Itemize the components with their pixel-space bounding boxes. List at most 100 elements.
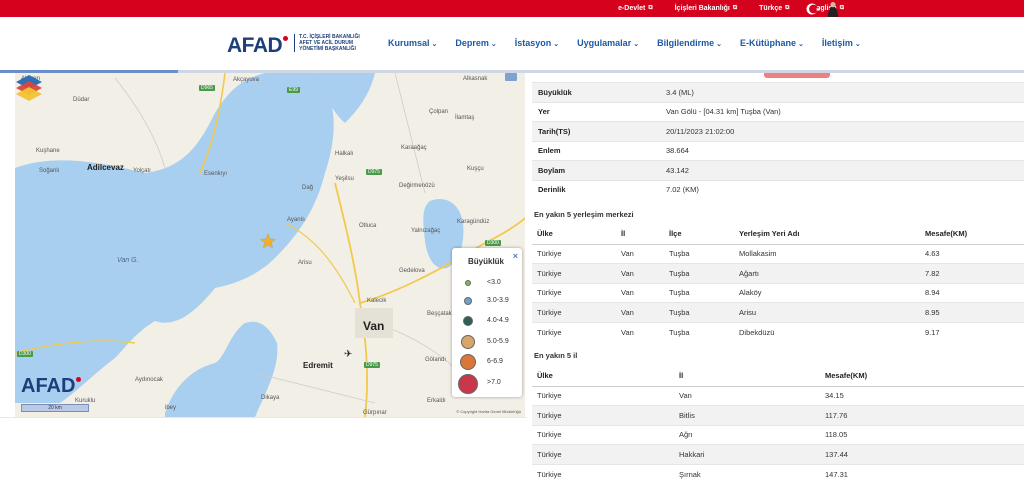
table-cell: 9.17 — [920, 321, 1024, 342]
detail-row-magnitude: Büyüklük 3.4 (ML) — [532, 82, 1024, 102]
table-cell: Türkiye — [532, 463, 674, 484]
table-header-row: Ülke İl Mesafe(KM) — [532, 366, 1024, 387]
map-label: Gedelova — [399, 268, 425, 274]
nav-istasyon[interactable]: İstasyon ⌄ — [515, 38, 559, 48]
legend-swatch — [461, 335, 475, 349]
nav-uygulamalar[interactable]: Uygulamalar ⌄ — [577, 38, 639, 48]
map-label: Akçayuva — [233, 77, 260, 83]
map-afad-logo: AFAD — [21, 375, 82, 398]
road-label: D965 — [199, 85, 215, 91]
detail-row-location: Yer Van Gölü - [04.31 km] Tuşba (Van) — [532, 101, 1024, 122]
icisleri-link[interactable]: İçişleri Bakanlığı ⧉ — [675, 5, 738, 12]
table-row: Türkiye Van Tuşba Mollakasim 4.63 — [532, 243, 1024, 264]
table-cell: Mollakasim — [734, 243, 920, 264]
table-cell: 147.31 — [820, 463, 1024, 484]
column-header: İl — [616, 224, 664, 245]
map-expand-button[interactable] — [505, 73, 517, 81]
map-label: Karagündüz — [457, 219, 490, 225]
nav-label: E-Kütüphane — [739, 38, 796, 48]
table-cell: 4.63 — [920, 243, 1024, 264]
settlements-title: En yakın 5 yerleşim merkezi — [534, 210, 634, 219]
legend-item: <3.0 — [452, 274, 522, 294]
map-label: Adilcevaz — [87, 163, 124, 172]
nav-iletisim[interactable]: İletişim ⌄ — [822, 38, 861, 48]
turkce-link[interactable]: Türkçe ⧉ — [759, 5, 789, 12]
table-cell: 34.15 — [820, 385, 1024, 406]
logo-dot-icon — [283, 36, 289, 41]
map-label: Karaağaç — [401, 145, 427, 151]
table-cell: Tuşba — [664, 302, 734, 322]
map-label: Kuşçu — [467, 166, 484, 172]
map-label: ibey — [165, 405, 177, 411]
nav-kurumsal[interactable]: Kurumsal ⌄ — [388, 38, 437, 48]
table-header-row: Ülke İl İlçe Yerleşim Yeri Adı Mesafe(KM… — [532, 224, 1024, 245]
map-label: İlamtaş — [455, 115, 475, 121]
detail-value: Van Gölü - [04.31 km] Tuşba (Van) — [666, 107, 781, 117]
map-label: Arisu — [298, 260, 312, 266]
table-cell: Tuşba — [664, 321, 734, 342]
map-label: Alkasnak — [463, 76, 488, 82]
layers-icon[interactable] — [15, 73, 43, 103]
provinces-table: Ülke İl Mesafe(KM) Türkiye Van 34.15 Türki… — [532, 366, 1024, 484]
panel-top-strip — [764, 73, 830, 78]
column-header: İlçe — [664, 224, 734, 245]
table-cell: Van — [616, 263, 664, 283]
legend-label: 3.0-3.9 — [487, 297, 509, 304]
detail-row-longitude: Boylam 43.142 — [532, 160, 1024, 180]
detail-key: Tarih(TS) — [538, 126, 571, 136]
detail-key: Derinlik — [538, 185, 566, 195]
table-row: Türkiye Ağrı 118.05 — [532, 424, 1024, 445]
nav-deprem[interactable]: Deprem ⌄ — [455, 38, 496, 48]
chevron-down-icon: ⌄ — [716, 41, 722, 48]
chevron-down-icon: ⌄ — [431, 41, 438, 48]
external-link-icon: ⧉ — [648, 5, 653, 11]
nav-bilgilendirme[interactable]: Bilgilendirme ⌄ — [657, 38, 722, 48]
table-row: Türkiye Van 34.15 — [532, 385, 1024, 406]
turkce-label: Türkçe — [759, 5, 783, 12]
edevlet-link[interactable]: e-Devlet ⧉ — [618, 5, 653, 12]
map-label: Dikaya — [261, 395, 280, 401]
map-label: Ayanis — [287, 217, 305, 223]
nav-label: Kurumsal — [388, 38, 430, 48]
main-nav: Kurumsal ⌄ Deprem ⌄ İstasyon ⌄ Uygulamalar ⌄… — [388, 38, 879, 48]
table-row: Türkiye Şırnak 147.31 — [532, 463, 1024, 484]
earthquake-map[interactable]: Akören Akçayuva Alkasnak Düdar Kuşhane A… — [15, 73, 525, 417]
legend-swatch — [458, 374, 478, 394]
detail-value: 20/11/2023 21:02:00 — [666, 126, 735, 136]
nav-label: Deprem — [455, 38, 489, 48]
map-label: Gölandı — [425, 357, 447, 363]
close-icon[interactable]: × — [513, 251, 518, 261]
epicenter-star-icon[interactable]: ★ — [259, 229, 277, 254]
table-row: Türkiye Van Tuşba Alaköy 8.94 — [532, 282, 1024, 303]
legend-swatch — [463, 316, 473, 326]
detail-row-depth: Derinlik 7.02 (KM) — [532, 179, 1024, 200]
legend-swatch — [460, 354, 476, 370]
edevlet-label: e-Devlet — [618, 5, 646, 12]
column-header: Ülke — [532, 224, 616, 245]
table-cell: Van — [616, 321, 664, 342]
table-cell: Türkiye — [532, 302, 616, 322]
table-cell: 117.76 — [820, 405, 1024, 425]
table-cell: Türkiye — [532, 405, 674, 425]
detail-key: Büyüklük — [538, 87, 572, 97]
legend-swatch — [465, 280, 471, 286]
map-label: Erkaldı — [427, 398, 446, 404]
map-label: Yalnızağaç — [411, 228, 441, 234]
nav-ekutuphane[interactable]: E-Kütüphane ⌄ — [740, 38, 804, 48]
afad-logo[interactable]: AFAD T.C. İÇİŞLERİ BAKANLIĞI AFET VE ACİ… — [227, 34, 360, 58]
legend-item: 4.0-4.9 — [452, 312, 522, 332]
legend-label: 4.0-4.9 — [487, 317, 509, 324]
map-label: Çolpan — [429, 109, 449, 115]
table-cell: Türkiye — [532, 321, 616, 342]
table-cell: Dibekdüzü — [734, 321, 920, 342]
legend-label: <3.0 — [487, 279, 501, 286]
map-label: Yeşilsu — [335, 176, 354, 182]
site-header: AFAD T.C. İÇİŞLERİ BAKANLIĞI AFET VE ACİ… — [0, 17, 1024, 72]
table-cell: 8.95 — [920, 302, 1024, 322]
table-cell: Alaköy — [734, 282, 920, 303]
table-cell: Ağrı — [674, 424, 820, 445]
nav-label: İletişim — [821, 38, 853, 48]
map-label: Esenkıyı — [204, 171, 228, 177]
legend-item: 3.0-3.9 — [452, 292, 522, 312]
turkish-flag-icon — [806, 2, 838, 17]
